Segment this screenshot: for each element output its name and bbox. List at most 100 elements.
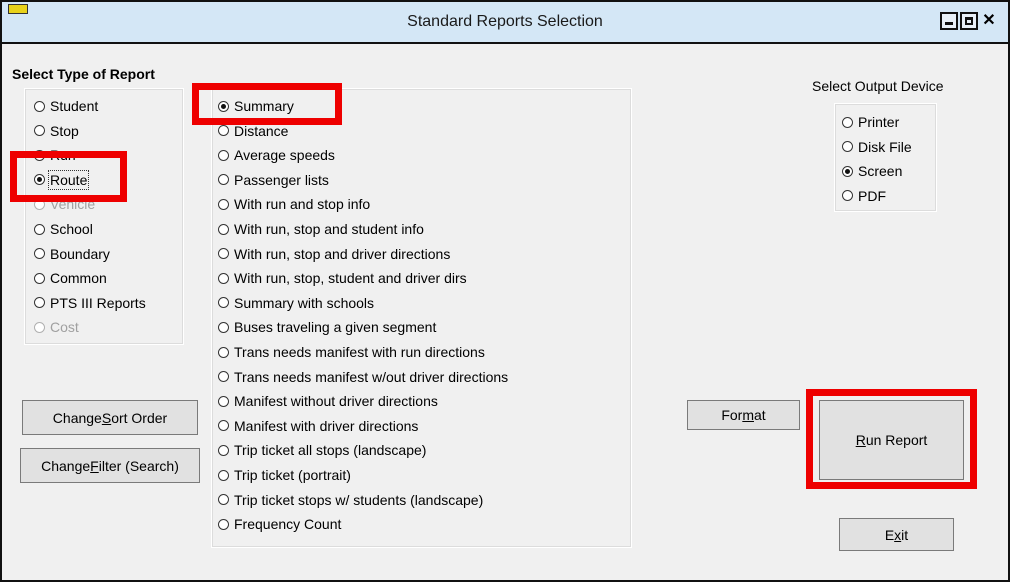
radio-indicator[interactable] <box>218 371 229 383</box>
radio-indicator[interactable] <box>218 346 229 358</box>
radio-indicator[interactable] <box>218 395 229 407</box>
report-type-label: PTS III Reports <box>50 294 146 311</box>
report-type-common[interactable]: Common <box>34 270 107 286</box>
radio-indicator[interactable] <box>218 272 229 284</box>
report-passenger-lists[interactable]: Passenger lists <box>218 172 329 188</box>
button-text: Change <box>52 409 102 426</box>
report-trans-needs-manifest-with-run-directions[interactable]: Trans needs manifest with run directions <box>218 344 485 360</box>
report-label: Trip ticket stops w/ students (landscape… <box>234 491 484 508</box>
radio-indicator[interactable] <box>842 165 853 177</box>
button-mnemonic: R <box>855 432 866 448</box>
radio-indicator[interactable] <box>218 420 229 432</box>
report-type-student[interactable]: Student <box>34 98 98 114</box>
radio-indicator[interactable] <box>218 444 229 456</box>
report-trip-ticket-stops-w-students-landscape[interactable]: Trip ticket stops w/ students (landscape… <box>218 492 483 508</box>
title-bar[interactable]: Standard Reports Selection ✕ <box>2 2 1008 44</box>
report-label: Summary <box>234 98 294 114</box>
button-mnemonic: F <box>90 457 99 474</box>
output-printer[interactable]: Printer <box>842 114 899 130</box>
radio-indicator <box>34 198 45 210</box>
report-label: Trip ticket (portrait) <box>234 467 351 483</box>
report-type-cost: Cost <box>34 319 79 335</box>
report-average-speeds[interactable]: Average speeds <box>218 147 335 163</box>
report-label: Trip ticket all stops (landscape) <box>234 442 427 459</box>
report-type-route[interactable]: Route <box>34 169 90 190</box>
close-button[interactable]: ✕ <box>980 12 998 30</box>
radio-indicator[interactable] <box>218 297 229 309</box>
report-type-label: Run <box>50 147 76 164</box>
report-with-run-stop-and-driver-directions[interactable]: With run, stop and driver directions <box>218 246 450 262</box>
format-button[interactable]: For m at <box>687 400 800 430</box>
report-selection-window: Standard Reports Selection ✕ Select Type… <box>0 0 1010 582</box>
output-label: PDF <box>858 187 886 204</box>
report-type-label: Route <box>47 169 90 190</box>
report-with-run-stop-student-and-driver-dirs[interactable]: With run, stop, student and driver dirs <box>218 270 467 286</box>
report-type-label: School <box>50 221 93 237</box>
radio-indicator[interactable] <box>34 174 45 186</box>
report-label: With run, stop and student info <box>234 221 424 237</box>
report-with-run-and-stop-info[interactable]: With run and stop info <box>218 196 370 212</box>
report-label: Summary with schools <box>234 294 375 311</box>
report-manifest-with-driver-directions[interactable]: Manifest with driver directions <box>218 418 418 434</box>
minimize-button[interactable] <box>940 12 958 30</box>
report-type-boundary[interactable]: Boundary <box>34 246 110 262</box>
radio-indicator[interactable] <box>842 116 853 128</box>
report-summary[interactable]: Summary <box>218 98 294 114</box>
report-type-pts-iii-reports[interactable]: PTS III Reports <box>34 295 146 311</box>
maximize-button[interactable] <box>960 12 978 30</box>
report-manifest-without-driver-directions[interactable]: Manifest without driver directions <box>218 393 438 409</box>
radio-indicator[interactable] <box>218 469 229 481</box>
report-summary-with-schools[interactable]: Summary with schools <box>218 295 374 311</box>
radio-indicator[interactable] <box>218 494 229 506</box>
change-sort-order-button[interactable]: Change Sort Order <box>22 400 198 435</box>
output-label: Disk File <box>858 138 912 155</box>
change-filter-button[interactable]: Change Filter (Search) <box>20 448 200 483</box>
output-label: Screen <box>858 163 903 180</box>
run-report-button[interactable]: Run Report <box>819 400 964 480</box>
report-buses-traveling-a-given-segment[interactable]: Buses traveling a given segment <box>218 319 436 335</box>
report-type-run[interactable]: Run <box>34 147 76 163</box>
radio-indicator[interactable] <box>218 125 229 137</box>
output-disk-file[interactable]: Disk File <box>842 139 912 155</box>
radio-indicator[interactable] <box>34 272 45 284</box>
exit-button[interactable]: Ex it <box>839 518 954 551</box>
radio-indicator[interactable] <box>34 125 45 137</box>
report-distance[interactable]: Distance <box>218 123 288 139</box>
output-pdf[interactable]: PDF <box>842 188 886 204</box>
radio-indicator[interactable] <box>34 248 45 260</box>
radio-indicator[interactable] <box>34 149 45 161</box>
report-trip-ticket-all-stops-landscape[interactable]: Trip ticket all stops (landscape) <box>218 442 426 458</box>
radio-indicator <box>34 321 45 333</box>
radio-indicator[interactable] <box>218 223 229 235</box>
radio-indicator[interactable] <box>34 100 45 112</box>
radio-indicator[interactable] <box>218 174 229 186</box>
button-text: ort Order <box>111 409 168 426</box>
radio-indicator[interactable] <box>842 190 853 202</box>
report-type-stop[interactable]: Stop <box>34 123 79 139</box>
output-device-heading: Select Output Device <box>812 78 944 94</box>
report-label: With run, stop, student and driver dirs <box>234 270 467 287</box>
radio-indicator[interactable] <box>218 321 229 333</box>
report-type-label: Stop <box>50 122 79 139</box>
radio-indicator[interactable] <box>218 518 229 530</box>
report-frequency-count[interactable]: Frequency Count <box>218 516 341 532</box>
button-mnemonic: m <box>742 407 754 423</box>
report-label: With run and stop info <box>234 196 371 213</box>
report-type-school[interactable]: School <box>34 221 93 237</box>
output-screen[interactable]: Screen <box>842 163 902 179</box>
button-text: it <box>901 526 909 543</box>
radio-indicator[interactable] <box>842 141 853 153</box>
report-trans-needs-manifest-w-out-driver-directions[interactable]: Trans needs manifest w/out driver direct… <box>218 369 508 385</box>
radio-indicator[interactable] <box>218 149 229 161</box>
report-with-run-stop-and-student-info[interactable]: With run, stop and student info <box>218 221 424 237</box>
button-mnemonic: x <box>894 526 902 543</box>
report-label: Trans needs manifest w/out driver direct… <box>234 368 509 385</box>
report-label: Average speeds <box>234 147 335 164</box>
radio-indicator[interactable] <box>218 100 229 112</box>
radio-indicator[interactable] <box>218 198 229 210</box>
radio-indicator[interactable] <box>34 297 45 309</box>
report-trip-ticket-portrait[interactable]: Trip ticket (portrait) <box>218 467 351 483</box>
radio-indicator[interactable] <box>34 223 45 235</box>
report-type-heading: Select Type of Report <box>12 66 155 82</box>
radio-indicator[interactable] <box>218 248 229 260</box>
